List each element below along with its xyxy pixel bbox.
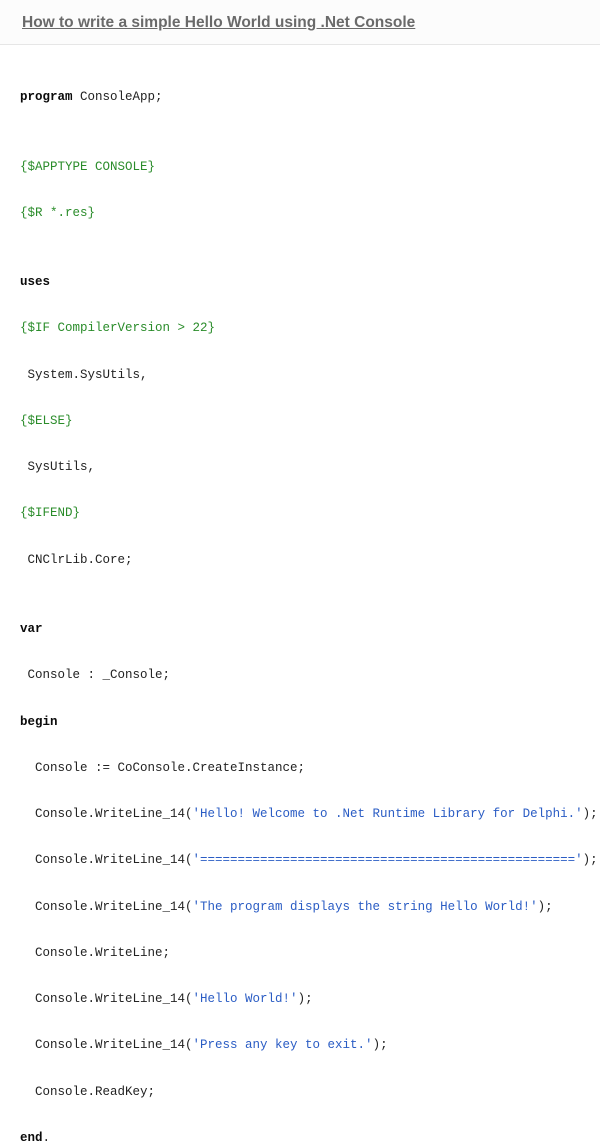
keyword-uses: uses xyxy=(20,271,580,294)
string-literal: 'The program displays the string Hello W… xyxy=(193,900,538,914)
code-line: System.SysUtils, xyxy=(20,364,580,387)
code-text: ); xyxy=(298,992,313,1006)
code-line: Console.ReadKey; xyxy=(20,1081,580,1104)
code-line: Console.WriteLine_14('Hello! Welcome to … xyxy=(20,803,580,826)
keyword-begin: begin xyxy=(20,711,580,734)
preprocessor: {$ELSE} xyxy=(20,410,580,433)
preprocessor: {$R *.res} xyxy=(20,202,580,225)
keyword-var: var xyxy=(20,618,580,641)
code-text: ); xyxy=(583,853,598,867)
keyword-program: program xyxy=(20,90,73,104)
code-line: SysUtils, xyxy=(20,456,580,479)
code-text: Console.WriteLine_14( xyxy=(20,1038,193,1052)
preprocessor: {$IF CompilerVersion > 22} xyxy=(20,317,580,340)
preprocessor: {$APPTYPE CONSOLE} xyxy=(20,156,580,179)
code-text: Console.WriteLine_14( xyxy=(20,900,193,914)
keyword-end: end xyxy=(20,1131,43,1144)
string-literal: 'Press any key to exit.' xyxy=(193,1038,373,1052)
string-literal: 'Hello! Welcome to .Net Runtime Library … xyxy=(193,807,583,821)
code-line: program ConsoleApp; xyxy=(20,86,580,109)
code-line: Console.WriteLine_14('The program displa… xyxy=(20,896,580,919)
code-line: Console.WriteLine_14('==================… xyxy=(20,849,580,872)
code-text: Console.WriteLine_14( xyxy=(20,992,193,1006)
code-text: ); xyxy=(538,900,553,914)
code-text: ConsoleApp; xyxy=(73,90,163,104)
string-literal: 'Hello World!' xyxy=(193,992,298,1006)
code-line: CNClrLib.Core; xyxy=(20,549,580,572)
code-line: Console.WriteLine; xyxy=(20,942,580,965)
code-line: Console.WriteLine_14('Press any key to e… xyxy=(20,1034,580,1057)
code-line: Console := CoConsole.CreateInstance; xyxy=(20,757,580,780)
code-block: program ConsoleApp; {$APPTYPE CONSOLE} {… xyxy=(0,45,600,1144)
code-text: . xyxy=(43,1131,51,1144)
code-line: Console : _Console; xyxy=(20,664,580,687)
preprocessor: {$IFEND} xyxy=(20,502,580,525)
code-text: ); xyxy=(583,807,598,821)
code-text: Console.WriteLine_14( xyxy=(20,807,193,821)
code-text: Console.WriteLine_14( xyxy=(20,853,193,867)
string-literal: '=======================================… xyxy=(193,853,583,867)
header: How to write a simple Hello World using … xyxy=(0,0,600,45)
code-text: ); xyxy=(373,1038,388,1052)
code-line: end. xyxy=(20,1127,580,1144)
article-title-link[interactable]: How to write a simple Hello World using … xyxy=(22,14,415,31)
code-line: Console.WriteLine_14('Hello World!'); xyxy=(20,988,580,1011)
